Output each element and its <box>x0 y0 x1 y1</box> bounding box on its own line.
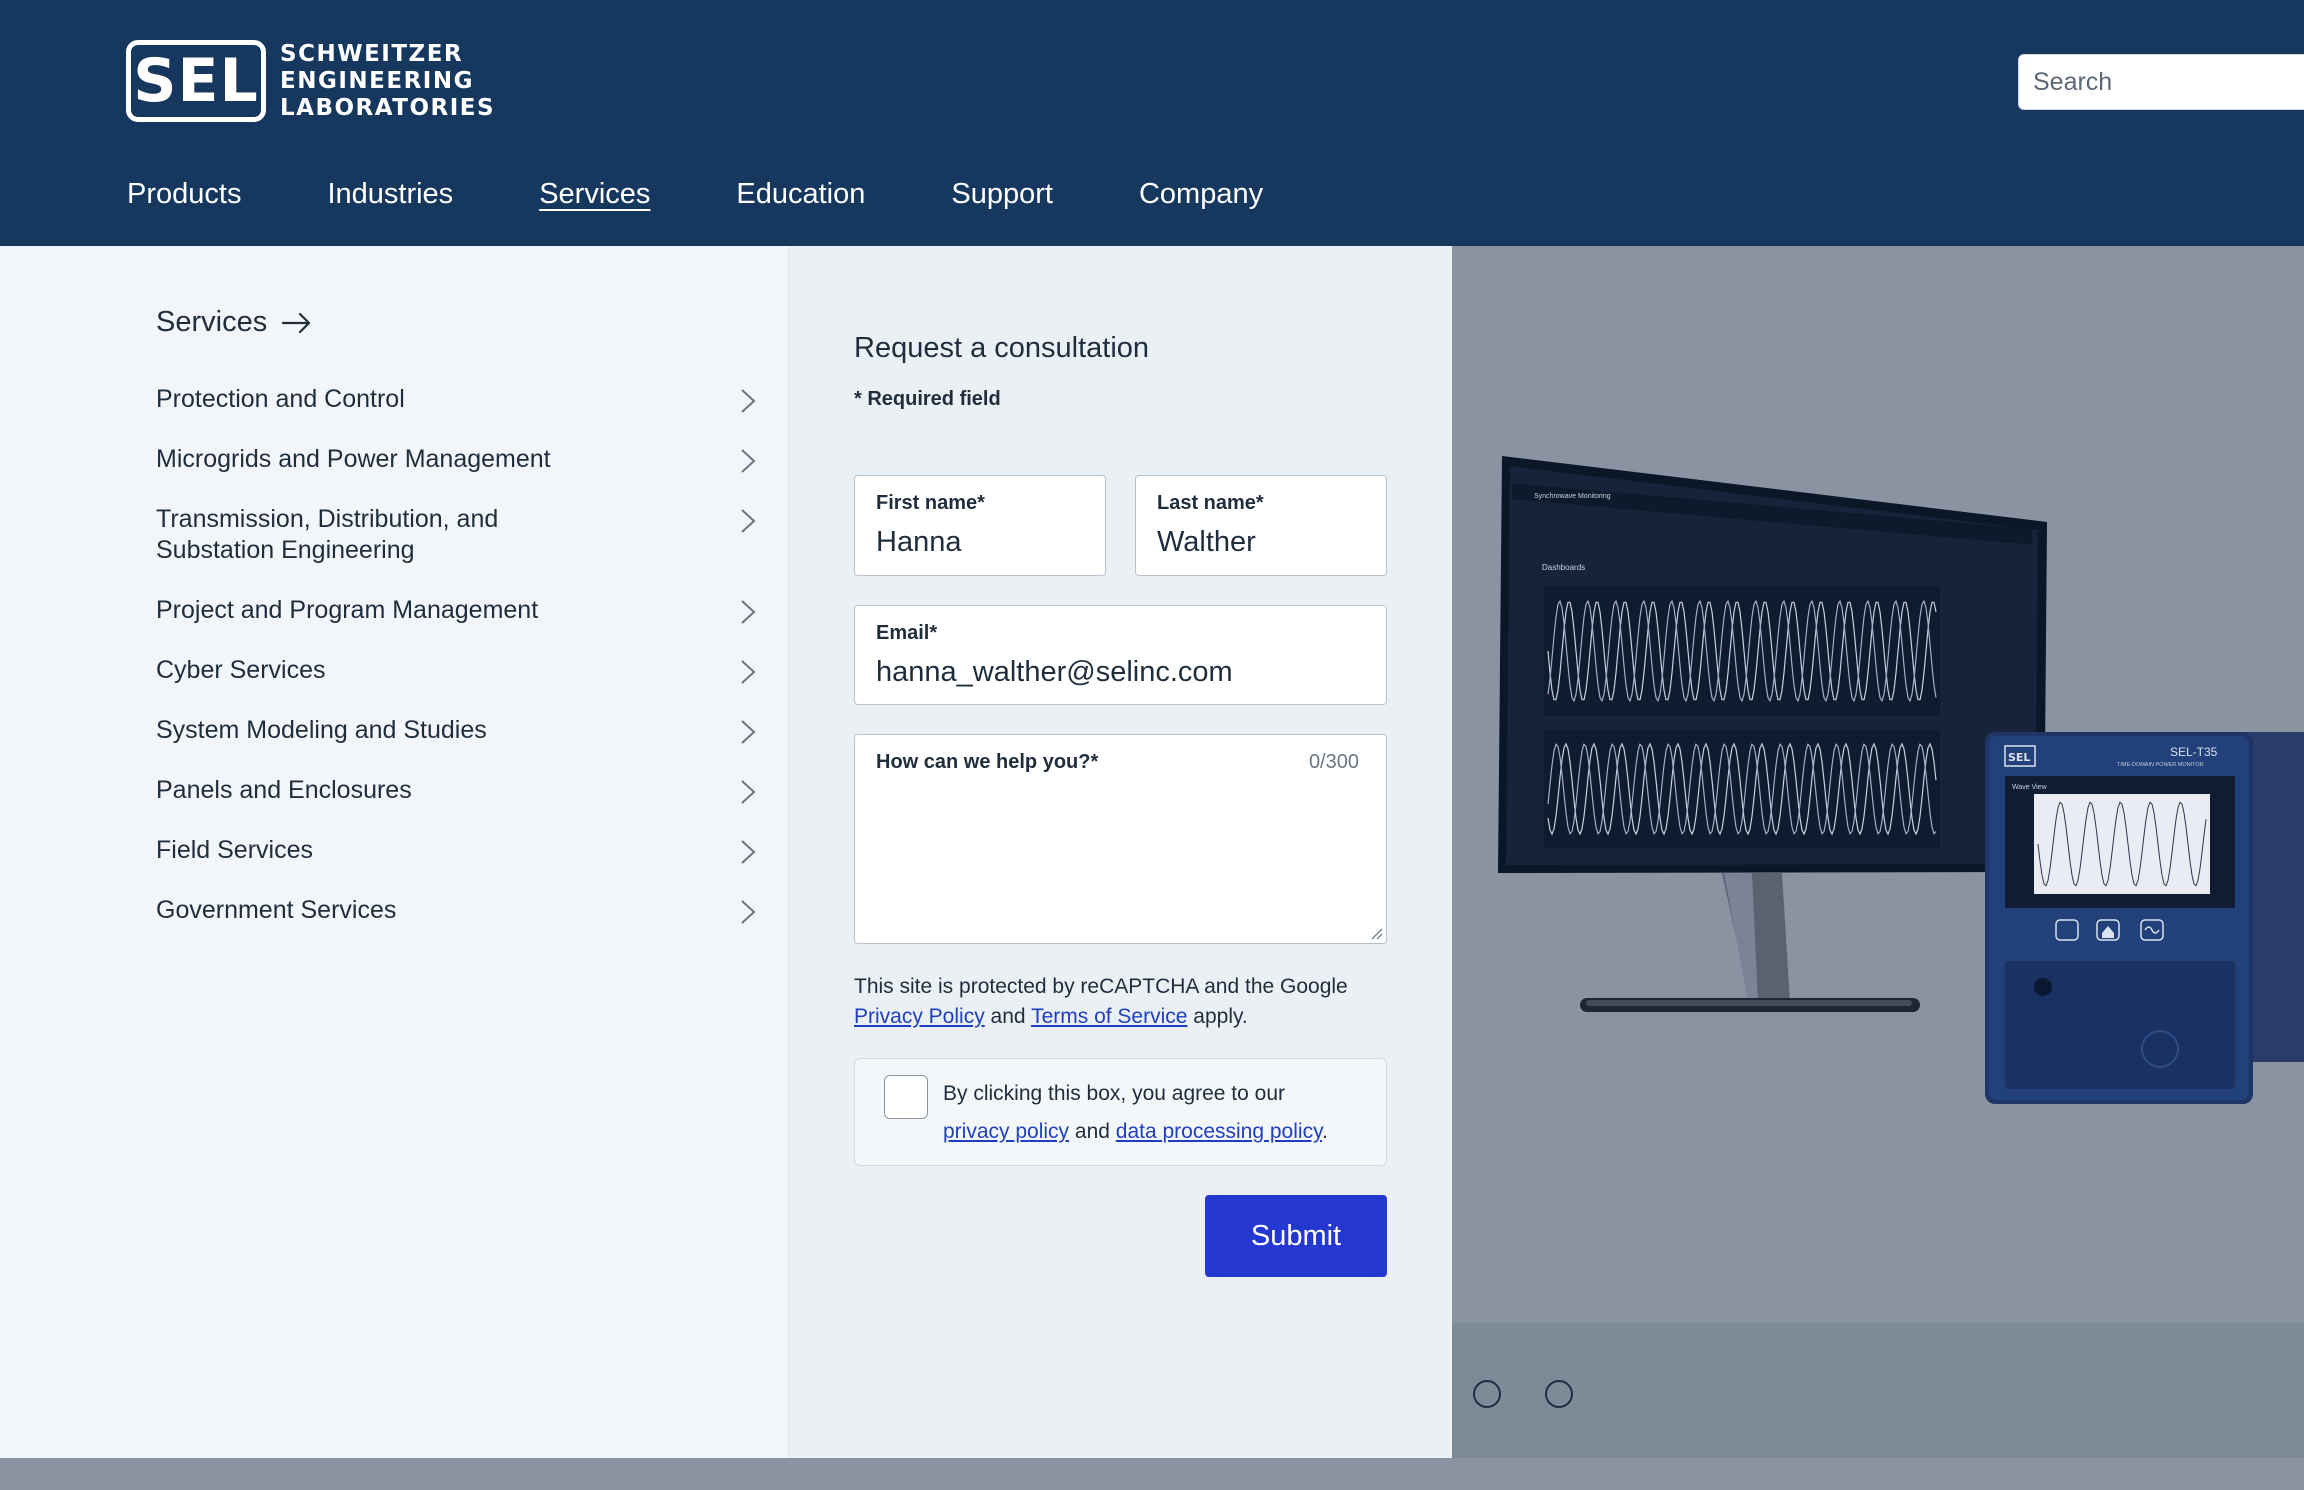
arrow-right-icon <box>282 312 311 333</box>
product-image-panel: Synchrowave Monitoring Dashboards SEL SE… <box>1452 246 2304 1323</box>
services-menu-panel: Services Protection and Control Microgri… <box>0 246 789 1458</box>
menu-item-cyber[interactable]: Cyber Services <box>156 655 756 686</box>
menu-item-system-modeling[interactable]: System Modeling and Studies <box>156 715 756 746</box>
nav-company[interactable]: Company <box>1139 178 1263 211</box>
sel-logo[interactable]: SEL SCHWEITZER ENGINEERING LABORATORIES <box>126 40 495 122</box>
chevron-right-icon <box>741 660 756 684</box>
device-screen-title: Wave View <box>2012 784 2048 791</box>
chevron-right-icon <box>741 449 756 473</box>
chevron-right-icon <box>741 509 756 533</box>
nav-support[interactable]: Support <box>951 178 1053 211</box>
main-nav: Products Industries Services Education S… <box>127 178 1349 211</box>
privacy-policy-link[interactable]: Privacy Policy <box>854 1005 985 1028</box>
menu-item-label: Project and Program Management <box>156 596 539 624</box>
relay-device-image: SEL SEL-T35 TIME-DOMAIN POWER MONITOR Wa… <box>1985 732 2304 1104</box>
services-heading-link[interactable]: Services <box>156 306 313 339</box>
chevron-right-icon <box>741 720 756 744</box>
menu-item-label: Microgrids and Power Management <box>156 445 551 473</box>
first-name-value[interactable]: Hanna <box>876 526 1101 559</box>
logo-line-1: SCHWEITZER <box>280 40 464 67</box>
page-bottom-edge <box>0 1458 2304 1490</box>
menu-item-project-management[interactable]: Project and Program Management <box>156 595 756 626</box>
resize-handle-icon[interactable] <box>1367 924 1383 940</box>
nav-products[interactable]: Products <box>127 178 241 211</box>
device-subtitle: TIME-DOMAIN POWER MONITOR <box>2117 762 2204 768</box>
menu-item-label: Government Services <box>156 896 397 924</box>
consultation-form-panel: Request a consultation * Required field … <box>789 246 1452 1458</box>
menu-item-panels[interactable]: Panels and Enclosures <box>156 775 756 806</box>
logo-line-3: LABORATORIES <box>280 94 496 121</box>
menu-item-microgrids[interactable]: Microgrids and Power Management <box>156 444 756 475</box>
last-name-field[interactable]: Last name* Walther <box>1135 475 1387 576</box>
nav-industries[interactable]: Industries <box>327 178 453 211</box>
required-note: * Required field <box>854 388 1001 410</box>
product-illustration: Synchrowave Monitoring Dashboards SEL SE… <box>1498 456 2304 1104</box>
email-field[interactable]: Email* hanna_walther@selinc.com <box>854 605 1387 705</box>
menu-item-label: Transmission, Distribution, and Substati… <box>156 505 499 564</box>
menu-item-label: Panels and Enclosures <box>156 776 412 804</box>
help-textarea[interactable]: How can we help you?* 0/300 <box>854 734 1387 944</box>
logo-mark: SEL <box>126 40 266 122</box>
consent-privacy-policy-link[interactable]: privacy policy <box>943 1120 1069 1143</box>
carousel-dot-2[interactable] <box>1545 1380 1573 1408</box>
form-title: Request a consultation <box>854 332 1150 364</box>
monitor-section: Dashboards <box>1542 563 1585 572</box>
menu-item-government[interactable]: Government Services <box>156 895 756 926</box>
device-model: SEL-T35 <box>2170 745 2218 759</box>
char-counter: 0/300 <box>1308 751 1359 773</box>
menu-item-label: System Modeling and Studies <box>156 716 487 744</box>
monitor-image: Synchrowave Monitoring Dashboards <box>1498 456 2047 1012</box>
first-name-field[interactable]: First name* Hanna <box>854 475 1106 576</box>
menu-item-label: Protection and Control <box>156 385 405 413</box>
consent-box: By clicking this box, you agree to our p… <box>854 1058 1387 1166</box>
consent-checkbox[interactable] <box>884 1075 928 1119</box>
search-input[interactable] <box>2018 54 2304 110</box>
device-brand: SEL <box>2008 751 2030 764</box>
last-name-value[interactable]: Walther <box>1157 526 1382 559</box>
menu-item-label: Cyber Services <box>156 656 326 684</box>
chevron-right-icon <box>741 600 756 624</box>
consent-sentence: By clicking this box, you agree to our <box>943 1082 1286 1105</box>
last-name-label: Last name* <box>1157 492 1264 514</box>
menu-item-protection-control[interactable]: Protection and Control <box>156 384 756 415</box>
logo-line-2: ENGINEERING <box>280 67 474 94</box>
consent-text: By clicking this box, you agree to our p… <box>943 1075 1363 1151</box>
logo-wordmark: SCHWEITZER ENGINEERING LABORATORIES <box>280 41 495 122</box>
recaptcha-notice: This site is protected by reCAPTCHA and … <box>854 972 1414 1032</box>
monitor-title: Synchrowave Monitoring <box>1534 493 1611 500</box>
chevron-right-icon <box>741 780 756 804</box>
terms-of-service-link[interactable]: Terms of Service <box>1031 1005 1187 1028</box>
menu-item-field-services[interactable]: Field Services <box>156 835 756 866</box>
email-label: Email* <box>876 622 938 644</box>
help-label: How can we help you?* <box>876 751 1099 773</box>
submit-button[interactable]: Submit <box>1205 1195 1387 1277</box>
recaptcha-text: This site is protected by reCAPTCHA and … <box>854 975 1348 998</box>
menu-item-transmission[interactable]: Transmission, Distribution, and Substati… <box>156 504 756 566</box>
data-processing-policy-link[interactable]: data processing policy <box>1116 1120 1322 1143</box>
site-header: SEL SCHWEITZER ENGINEERING LABORATORIES … <box>0 0 2304 246</box>
chevron-right-icon <box>741 389 756 413</box>
menu-item-label: Field Services <box>156 836 313 864</box>
consent-period: . <box>1322 1120 1328 1143</box>
carousel-footer <box>1452 1323 2304 1458</box>
carousel-dot-1[interactable] <box>1473 1380 1501 1408</box>
consent-and: and <box>1074 1120 1110 1143</box>
and-text: and <box>990 1005 1026 1028</box>
chevron-right-icon <box>741 840 756 864</box>
nav-services[interactable]: Services <box>539 178 650 211</box>
apply-text: apply. <box>1193 1005 1248 1028</box>
email-value[interactable]: hanna_walther@selinc.com <box>876 656 1354 689</box>
first-name-label: First name* <box>876 492 985 514</box>
services-heading: Services <box>156 306 268 338</box>
chevron-right-icon <box>741 900 756 924</box>
nav-education[interactable]: Education <box>736 178 865 211</box>
